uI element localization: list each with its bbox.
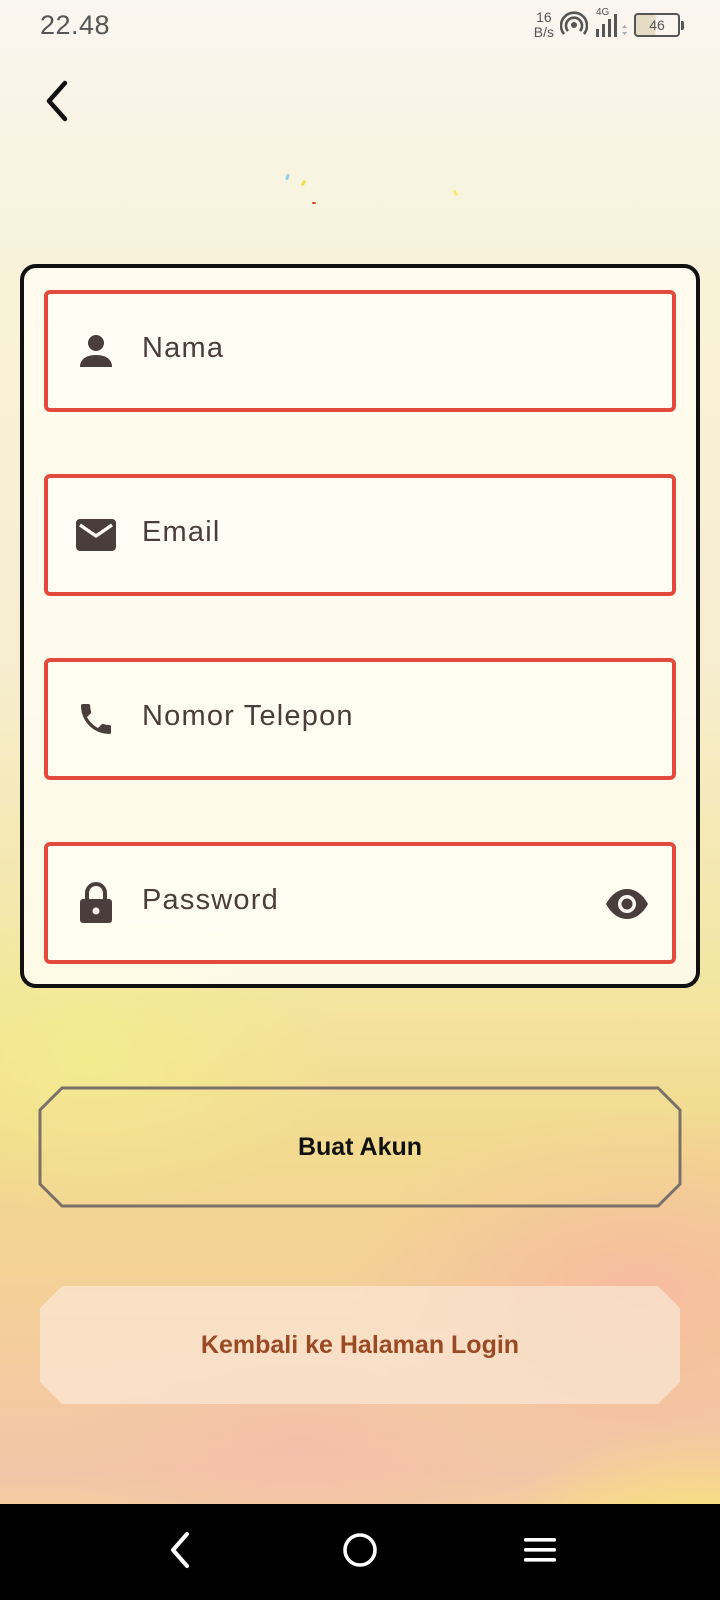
nav-home-button[interactable] [330, 1522, 390, 1582]
chevron-left-icon [41, 79, 71, 128]
back-to-login-button[interactable]: Kembali ke Halaman Login [40, 1286, 680, 1404]
status-bar: 22.48 16 B/s 4G 46 [0, 0, 720, 50]
battery-level: 46 [649, 17, 665, 33]
lock-icon [72, 879, 120, 927]
phone-field[interactable]: Nomor Telepon [44, 658, 676, 780]
mail-icon [72, 511, 120, 559]
person-icon [72, 327, 120, 375]
create-account-label: Buat Akun [297, 1132, 423, 1161]
back-to-login-label: Kembali ke Halaman Login [200, 1330, 520, 1359]
network-type-label: 4G [596, 7, 610, 18]
create-account-button[interactable]: Buat Akun [38, 1086, 682, 1208]
confetti-particle [452, 189, 459, 197]
phone-icon [72, 695, 120, 743]
network-speed-unit: B/s [533, 24, 554, 40]
status-icons: 16 B/s 4G 46 [534, 7, 684, 42]
email-placeholder: Email [142, 516, 221, 548]
signal-strength: 4G [594, 7, 628, 39]
confetti-particle [300, 179, 307, 187]
name-field[interactable]: Nama [44, 290, 676, 412]
email-field[interactable]: Email [44, 474, 676, 596]
nav-back-button[interactable] [150, 1522, 210, 1582]
network-speed-value: 16 [536, 9, 552, 25]
nav-home-icon [342, 1532, 378, 1573]
password-placeholder: Password [142, 884, 279, 916]
register-form-card: Nama Email Nomor Telepon Password [20, 264, 700, 988]
nav-menu-button[interactable] [510, 1522, 570, 1582]
name-placeholder: Nama [142, 332, 225, 364]
eye-icon[interactable] [602, 881, 652, 927]
system-navigation-bar [0, 1504, 720, 1600]
confetti-particle [285, 173, 290, 181]
battery-icon: 46 [634, 13, 684, 37]
nav-menu-icon [523, 1536, 557, 1569]
back-button[interactable] [34, 78, 78, 128]
nav-back-icon [165, 1530, 195, 1575]
phone-placeholder: Nomor Telepon [142, 700, 354, 732]
hotspot-icon [560, 11, 588, 39]
password-field[interactable]: Password [44, 842, 676, 964]
network-speed: 16 B/s [534, 10, 554, 40]
confetti-particle [312, 202, 316, 204]
status-time: 22.48 [40, 10, 111, 40]
